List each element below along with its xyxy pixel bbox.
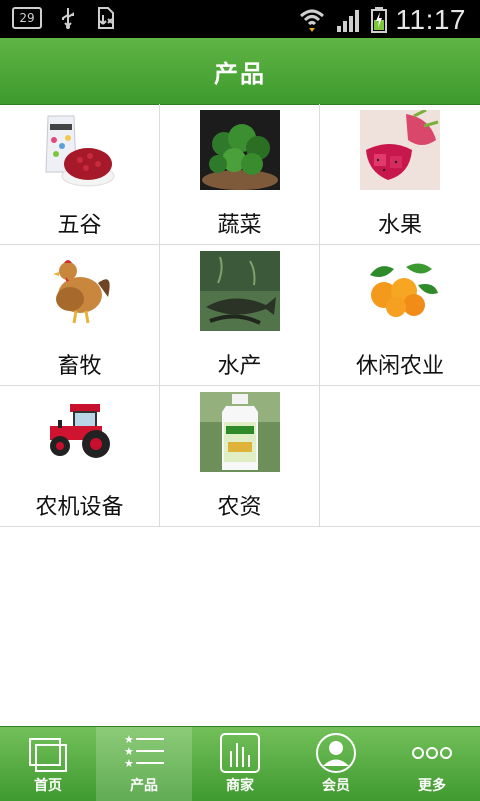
notification-count-badge: 29 — [12, 7, 42, 29]
member-avatar-icon — [316, 733, 356, 773]
wifi-icon — [299, 9, 324, 32]
chicken-image — [40, 251, 120, 331]
category-cell-livestock[interactable]: 畜牧 — [0, 245, 160, 385]
more-dots-icon — [412, 747, 452, 759]
dragon-fruit-image — [360, 110, 440, 190]
category-label: 休闲农业 — [355, 354, 444, 379]
category-cell-agri-supplies[interactable]: 农资 — [160, 386, 320, 526]
grain-bag-image — [40, 110, 120, 190]
nav-members[interactable]: 会员 — [288, 727, 384, 801]
nav-more[interactable]: 更多 — [384, 727, 480, 801]
battery-charging-icon — [370, 7, 387, 33]
category-cell-fruits[interactable]: 水果 — [320, 104, 480, 244]
page-title: 产品 — [214, 59, 266, 88]
empty-cell — [320, 386, 480, 526]
title-bar: 产品 — [0, 38, 480, 105]
category-label: 五谷 — [57, 213, 102, 238]
category-label: 农机设备 — [35, 495, 124, 520]
grid-row: 农机设备 农资 — [0, 386, 480, 527]
grid-row: 五谷 蔬菜 水果 — [0, 104, 480, 245]
usb-icon — [62, 8, 74, 29]
category-cell-leisure-agriculture[interactable]: 休闲农业 — [320, 245, 480, 385]
nav-label: 产品 — [130, 778, 158, 794]
category-label: 畜牧 — [57, 354, 102, 379]
download-document-icon — [98, 7, 114, 29]
bottom-nav: 首页 ★ ★ ★ 产品 商家 会员 更多 — [0, 726, 480, 801]
category-cell-farm-machinery[interactable]: 农机设备 — [0, 386, 160, 526]
signal-icon — [336, 10, 359, 32]
svg-text:★: ★ — [124, 757, 134, 770]
category-cell-vegetables[interactable]: 蔬菜 — [160, 104, 320, 244]
category-cell-aquatic[interactable]: 水产 — [160, 245, 320, 385]
category-label: 农资 — [217, 495, 262, 520]
nav-label: 商家 — [226, 778, 254, 794]
category-label: 水产 — [217, 354, 262, 379]
nav-products[interactable]: ★ ★ ★ 产品 — [96, 727, 192, 801]
nav-label: 会员 — [322, 778, 350, 794]
nav-label: 更多 — [418, 778, 446, 794]
nav-merchants[interactable]: 商家 — [192, 727, 288, 801]
category-label: 水果 — [377, 213, 422, 238]
grid-row: 畜牧 水产 休闲农业 — [0, 245, 480, 386]
category-grid: 五谷 蔬菜 水果 畜牧 水产 休闲农业 农机设备 农资 — [0, 104, 480, 527]
list-stars-icon: ★ ★ ★ — [124, 733, 164, 770]
orange-image — [360, 251, 440, 331]
category-cell-grains[interactable]: 五谷 — [0, 104, 160, 244]
clock-time: 11:17 — [395, 4, 466, 35]
tractor-image — [40, 392, 120, 472]
nav-home[interactable]: 首页 — [0, 727, 96, 801]
vegetable-image — [200, 110, 280, 190]
status-bar: 29 11:17 — [0, 0, 480, 38]
fertilizer-bottle-image — [200, 392, 280, 472]
home-windows-icon — [29, 738, 67, 772]
fish-image — [200, 251, 280, 331]
category-label: 蔬菜 — [217, 213, 262, 238]
nav-label: 首页 — [34, 778, 62, 794]
bar-chart-icon — [220, 733, 260, 773]
